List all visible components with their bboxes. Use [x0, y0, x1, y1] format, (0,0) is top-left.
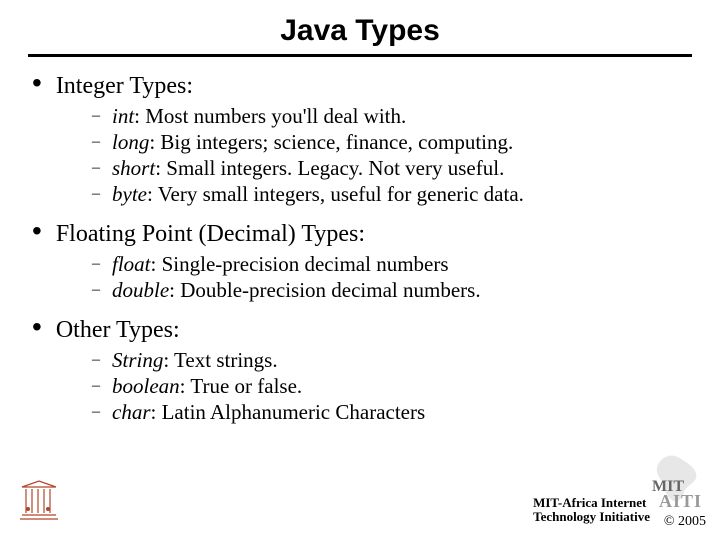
bullet-floating-point: • Floating Point (Decimal) Types:: [28, 219, 692, 249]
type-keyword: byte: [112, 182, 147, 206]
section-label: Floating Point (Decimal) Types:: [56, 219, 365, 249]
slide-title: Java Types: [28, 14, 692, 48]
title-divider: [28, 54, 692, 57]
copyright: © 2005: [664, 514, 706, 530]
type-desc: : Double-precision decimal numbers.: [169, 278, 480, 302]
dash-icon: –: [92, 155, 100, 181]
type-desc: : Very small integers, useful for generi…: [147, 182, 524, 206]
org-line1: MIT-Africa Internet: [533, 495, 646, 510]
list-item: –int: Most numbers you'll deal with.: [92, 103, 692, 129]
type-keyword: short: [112, 156, 155, 180]
type-keyword: double: [112, 278, 169, 302]
content-area: • Integer Types: –int: Most numbers you'…: [28, 71, 692, 425]
dash-icon: –: [92, 129, 100, 155]
list-item: –boolean: True or false.: [92, 373, 692, 399]
section-label: Integer Types:: [56, 71, 193, 101]
list-item: –String: Text strings.: [92, 347, 692, 373]
list-item: –long: Big integers; science, finance, c…: [92, 129, 692, 155]
type-desc: : Latin Alphanumeric Characters: [151, 400, 426, 424]
type-desc: : Small integers. Legacy. Not very usefu…: [155, 156, 504, 180]
bullet-dot-icon: •: [32, 69, 42, 97]
type-keyword: boolean: [112, 374, 180, 398]
columns-icon: [18, 479, 60, 521]
section-label: Other Types:: [56, 315, 180, 345]
type-keyword: int: [112, 104, 134, 128]
bullet-other-types: • Other Types:: [28, 315, 692, 345]
footer: MIT AITI MIT-Africa Internet Technology …: [0, 476, 720, 532]
dash-icon: –: [92, 347, 100, 373]
type-keyword: float: [112, 252, 151, 276]
list-item: –double: Double-precision decimal number…: [92, 277, 692, 303]
bullet-integer-types: • Integer Types:: [28, 71, 692, 101]
type-desc: : Most numbers you'll deal with.: [134, 104, 406, 128]
type-desc: : Big integers; science, finance, comput…: [149, 130, 513, 154]
dash-icon: –: [92, 373, 100, 399]
type-desc: : Text strings.: [163, 348, 277, 372]
type-keyword: long: [112, 130, 149, 154]
footer-logo-left: [18, 479, 60, 526]
type-keyword: char: [112, 400, 151, 424]
list-item: –short: Small integers. Legacy. Not very…: [92, 155, 692, 181]
dash-icon: –: [92, 251, 100, 277]
dash-icon: –: [92, 103, 100, 129]
sub-list-floating: –float: Single-precision decimal numbers…: [92, 251, 692, 303]
list-item: –char: Latin Alphanumeric Characters: [92, 399, 692, 425]
dash-icon: –: [92, 181, 100, 207]
sub-list-other: –String: Text strings. –boolean: True or…: [92, 347, 692, 425]
bullet-dot-icon: •: [32, 313, 42, 341]
type-desc: : Single-precision decimal numbers: [151, 252, 449, 276]
dash-icon: –: [92, 277, 100, 303]
aiti-watermark: AITI: [659, 491, 702, 512]
org-line2: Technology Initiative: [533, 509, 650, 524]
list-item: –byte: Very small integers, useful for g…: [92, 181, 692, 207]
dash-icon: –: [92, 399, 100, 425]
type-keyword: String: [112, 348, 163, 372]
list-item: –float: Single-precision decimal numbers: [92, 251, 692, 277]
initiative-text: MIT-Africa Internet Technology Initiativ…: [533, 496, 650, 524]
bullet-dot-icon: •: [32, 217, 42, 245]
sub-list-integer: –int: Most numbers you'll deal with. –lo…: [92, 103, 692, 207]
type-desc: : True or false.: [180, 374, 303, 398]
slide: Java Types • Integer Types: –int: Most n…: [0, 0, 720, 540]
